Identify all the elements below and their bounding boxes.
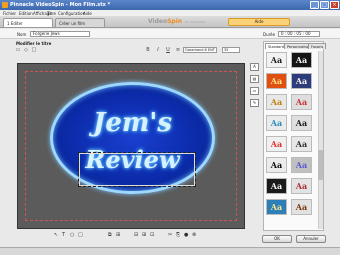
font-size-select[interactable]: 35 xyxy=(222,47,240,53)
duration-label: Durée xyxy=(263,32,276,37)
status-bar xyxy=(0,247,340,255)
brand-logo: VideoSpin BY AVIDVIDEO xyxy=(148,18,207,25)
align-icon[interactable]: ⊟ xyxy=(134,232,138,238)
paste-icon[interactable]: ● xyxy=(184,232,188,238)
style-swatch[interactable]: Aa xyxy=(266,157,287,173)
tab-creer-film[interactable]: Créer un film xyxy=(55,18,105,27)
help-button[interactable]: Aide xyxy=(228,18,290,26)
copy-icon[interactable]: ⎘ xyxy=(176,232,180,238)
distribute-icon[interactable]: ⊞ xyxy=(142,232,146,238)
square-icon[interactable]: □ xyxy=(31,47,37,53)
close-button[interactable]: × xyxy=(330,1,339,9)
app-icon xyxy=(2,2,8,8)
tab-editer[interactable]: 1 Editer xyxy=(3,18,53,27)
italic-icon[interactable]: I xyxy=(155,47,161,53)
style-swatch[interactable]: Aa xyxy=(291,199,312,215)
new-text-icon[interactable]: ▭ xyxy=(15,47,21,53)
delete-icon[interactable]: ⊗ xyxy=(192,232,196,238)
title-line-1[interactable]: Jem's xyxy=(53,108,212,138)
maximize-button[interactable]: □ xyxy=(320,1,329,9)
align-left-icon[interactable]: ≡ xyxy=(175,47,181,53)
text-tool-icon[interactable]: T xyxy=(62,232,65,238)
name-input[interactable]: Forgerie Jews xyxy=(30,31,90,37)
style-swatch[interactable]: Aa xyxy=(291,94,312,110)
selection-box[interactable] xyxy=(78,152,196,187)
font-select[interactable]: Garamond 8 ENT xyxy=(183,47,217,53)
title-bg-icon[interactable]: ✎ xyxy=(250,99,259,107)
panel-scrollbar[interactable] xyxy=(318,51,323,229)
style-swatch[interactable]: Aa xyxy=(291,178,312,194)
minimize-button[interactable]: _ xyxy=(310,1,319,9)
ok-button[interactable]: OK xyxy=(262,235,292,243)
background-icon[interactable]: ▭ xyxy=(250,87,259,95)
rectangle-tool-icon[interactable]: □ xyxy=(78,232,83,238)
name-label: Nom xyxy=(17,32,27,37)
cut-icon[interactable]: ✂ xyxy=(168,232,172,238)
title-bar: Pinnacle VideoSpin - Mon Film.stx * _ □ … xyxy=(0,0,340,10)
title-canvas[interactable]: Jem's Review xyxy=(17,63,245,229)
bottom-toolbar: ↖ T ○ □ ⧉ ⊞ ⊟ ⊞ ⊡ ✂ ⎘ ● ⊗ xyxy=(50,232,220,239)
image-icon[interactable]: ▤ xyxy=(250,75,259,83)
style-swatch[interactable]: Aa xyxy=(266,199,287,215)
ellipse-tool-icon[interactable]: ○ xyxy=(70,232,74,238)
tab-favoris[interactable]: Favoris xyxy=(308,43,327,49)
open-icon[interactable]: ◇ xyxy=(23,47,29,53)
style-swatch[interactable]: Aa xyxy=(266,94,287,110)
window-title: Pinnacle VideoSpin - Mon Film.stx * xyxy=(10,2,111,8)
editor-title: Modifier le titre xyxy=(16,41,52,46)
app-window: Pinnacle VideoSpin - Mon Film.stx * _ □ … xyxy=(0,0,340,255)
style-swatch[interactable]: Aa xyxy=(291,157,312,173)
style-swatch[interactable]: Aa xyxy=(291,115,312,131)
scrollbar-thumb[interactable] xyxy=(318,150,323,180)
style-swatch[interactable]: Aa xyxy=(266,52,287,68)
text-style-icon[interactable]: A xyxy=(250,63,259,71)
style-swatch[interactable]: Aa xyxy=(291,73,312,89)
duration-input[interactable]: 0 : 00 : 05 : 00 xyxy=(278,31,320,37)
style-swatch[interactable]: Aa xyxy=(266,136,287,152)
style-swatch[interactable]: Aa xyxy=(291,52,312,68)
style-swatch[interactable]: Aa xyxy=(266,115,287,131)
style-swatch[interactable]: Aa xyxy=(266,73,287,89)
center-icon[interactable]: ⊡ xyxy=(150,232,154,238)
style-strip: A ▤ ▭ ✎ xyxy=(248,63,262,113)
bold-icon[interactable]: B xyxy=(145,47,151,53)
style-swatch[interactable]: Aa xyxy=(291,136,312,152)
layer-icon[interactable]: ⧉ xyxy=(108,232,112,238)
underline-icon[interactable]: U xyxy=(165,47,171,53)
style-swatch[interactable]: Aa xyxy=(266,178,287,194)
cancel-button[interactable]: Annuler xyxy=(296,235,326,243)
select-arrow-icon[interactable]: ↖ xyxy=(54,232,58,238)
grid-icon[interactable]: ⊞ xyxy=(116,232,120,238)
